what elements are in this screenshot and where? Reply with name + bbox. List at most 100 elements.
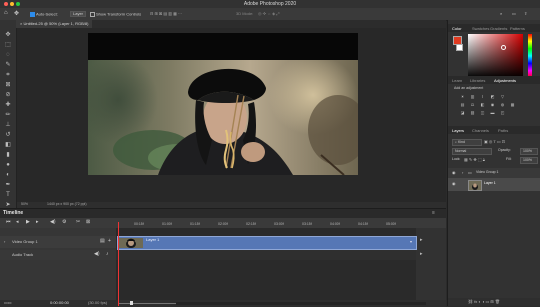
color-picker-cursor[interactable] xyxy=(501,45,506,50)
fill-field[interactable]: 100% xyxy=(520,157,538,164)
track-header-audio[interactable]: Audio Track ◀) ♪ xyxy=(0,250,116,260)
audio-track-lane[interactable] xyxy=(116,250,416,260)
video-clip[interactable]: Layer 1 ▾ xyxy=(117,236,417,250)
auto-select-dropdown[interactable]: Layer xyxy=(70,11,87,17)
vibrance-icon[interactable]: ▽ xyxy=(500,95,505,99)
tab-learn[interactable]: Learn xyxy=(452,78,462,83)
eraser-tool-icon[interactable]: ◧ xyxy=(4,142,12,148)
previous-frame-icon[interactable]: ◂ xyxy=(16,220,19,225)
share-icon[interactable]: ⇪ xyxy=(524,12,527,16)
layer-name-video[interactable]: Layer 1 xyxy=(484,181,496,186)
search-icon[interactable]: ⌕ xyxy=(500,12,502,16)
tab-libraries[interactable]: Libraries xyxy=(470,78,485,83)
play-icon[interactable]: ▶ xyxy=(26,220,30,225)
auto-select-checkbox[interactable]: Auto-Select: xyxy=(30,12,58,17)
move-tool-icon[interactable]: ✥ xyxy=(14,10,19,17)
tab-channels[interactable]: Channels xyxy=(472,128,489,133)
expand-track-icon[interactable]: › xyxy=(4,240,5,244)
quick-select-tool-icon[interactable]: ✎ xyxy=(4,62,12,68)
track-options-icon[interactable]: + xyxy=(108,239,111,244)
transition-icon[interactable]: ⊠ xyxy=(86,220,90,225)
color-balance-icon[interactable]: ⚖ xyxy=(470,103,475,107)
crop-tool-icon[interactable]: ⌗ xyxy=(4,72,12,78)
add-audio-icon[interactable]: ▸ xyxy=(420,252,423,257)
gradient-tool-icon[interactable]: ▮ xyxy=(4,152,12,158)
zoom-slider[interactable] xyxy=(118,303,178,304)
timeline-ruler[interactable]: 00:15f 01:00f 01:15f 02:00f 02:15f 03:00… xyxy=(116,218,416,228)
marquee-tool-icon[interactable]: ⬚ xyxy=(4,42,12,48)
visibility-eye-icon[interactable]: ◉ xyxy=(452,171,456,175)
align-icons[interactable]: ⊟ ⊞ ⊠ ▤ ▥ ▦ ⋯ xyxy=(150,12,182,16)
clip-options-icon[interactable]: ▾ xyxy=(410,240,412,244)
invert-icon[interactable]: ◪ xyxy=(460,111,465,115)
expand-group-icon[interactable]: › xyxy=(462,171,463,175)
playhead[interactable] xyxy=(118,222,119,306)
tab-swatches[interactable]: Swatches xyxy=(472,26,489,31)
stamp-tool-icon[interactable]: ⊥ xyxy=(4,122,12,128)
selective-color-icon[interactable]: ◰ xyxy=(500,111,505,115)
zoom-slider-handle[interactable] xyxy=(130,301,133,305)
exposure-icon[interactable]: ◩ xyxy=(490,95,495,99)
curves-icon[interactable]: ⌇ xyxy=(480,95,485,99)
tab-gradients[interactable]: Gradients xyxy=(490,26,507,31)
blend-mode-dropdown[interactable]: Normal xyxy=(452,148,492,155)
threshold-icon[interactable]: ◫ xyxy=(480,111,485,115)
lasso-tool-icon[interactable]: ◌ xyxy=(4,52,12,58)
healing-brush-tool-icon[interactable]: ✚ xyxy=(4,102,12,108)
levels-icon[interactable]: ▥ xyxy=(470,95,475,99)
filter-type-icons[interactable]: ▣ ◎ T ▭ ⊡ xyxy=(484,140,505,144)
opacity-field[interactable]: 100% xyxy=(520,148,538,155)
gradient-map-icon[interactable]: ▬ xyxy=(490,111,495,115)
frame-tool-icon[interactable]: ⊠ xyxy=(4,82,12,88)
audio-icon[interactable]: ◀) xyxy=(50,220,56,225)
brightness-icon[interactable]: ☀ xyxy=(460,95,465,99)
channel-mixer-icon[interactable]: ◍ xyxy=(500,103,505,107)
tracks-area[interactable]: Layer 1 ▾ xyxy=(116,228,417,307)
layers-footer-icons[interactable]: ⛓ fx ◐ ◑ ▭ ⊞ 🗑︎ xyxy=(468,300,500,304)
posterize-icon[interactable]: ▨ xyxy=(470,111,475,115)
next-frame-icon[interactable]: ▸ xyxy=(36,220,39,225)
home-icon[interactable]: ⌂ xyxy=(4,10,8,16)
document-tab[interactable]: × Untitled-25 @ 50% (Layer 1, RGB/8) xyxy=(16,20,93,28)
convert-frames-icon[interactable]: ▭▭ xyxy=(4,301,12,305)
brush-tool-icon[interactable]: ✏ xyxy=(4,112,12,118)
timeline-scrollbar[interactable] xyxy=(176,302,426,305)
layer-name-group[interactable]: Video Group 1 xyxy=(476,170,499,175)
dodge-tool-icon[interactable]: ◐ xyxy=(4,172,12,178)
color-lookup-icon[interactable]: ▦ xyxy=(510,103,515,107)
layer-filter-dropdown[interactable]: ⌕ Kind xyxy=(452,139,482,146)
black-white-icon[interactable]: ◧ xyxy=(480,103,485,107)
move-tool-icon[interactable]: ✥ xyxy=(4,32,12,38)
show-transform-checkbox[interactable]: Show Transform Controls xyxy=(90,12,141,17)
settings-icon[interactable]: ⚙ xyxy=(62,220,66,225)
tab-adjustments[interactable]: Adjustments xyxy=(494,78,516,83)
photo-filter-icon[interactable]: ◉ xyxy=(490,103,495,107)
background-color-chip[interactable] xyxy=(456,44,463,51)
track-header-video[interactable]: › Video Group 1 ▤ + xyxy=(0,236,116,248)
mute-audio-icon[interactable]: ◀) xyxy=(94,252,100,257)
split-clip-icon[interactable]: ✂ xyxy=(76,220,80,225)
document-info[interactable]: 1440 px x 900 px (72 ppi) xyxy=(47,202,87,207)
zoom-level[interactable]: 50% xyxy=(21,202,28,207)
workspace-icon[interactable]: ▭ xyxy=(512,12,516,16)
lock-icons[interactable]: ▦ ✎ ✥ ⬚ 🔒︎ xyxy=(464,158,485,162)
tab-color[interactable]: Color xyxy=(452,26,462,31)
history-brush-tool-icon[interactable]: ↺ xyxy=(4,132,12,138)
eyedropper-tool-icon[interactable]: ⊘ xyxy=(4,92,12,98)
color-field[interactable] xyxy=(468,34,523,78)
hue-saturation-icon[interactable]: ▤ xyxy=(460,103,465,107)
tab-layers[interactable]: Layers xyxy=(452,128,464,133)
pen-tool-icon[interactable]: ✒ xyxy=(4,182,12,188)
tab-patterns[interactable]: Patterns xyxy=(510,26,525,31)
panel-menu-icon[interactable]: ≡ xyxy=(432,211,435,216)
visibility-eye-icon[interactable]: ◉ xyxy=(452,182,456,186)
go-to-first-frame-icon[interactable]: ⏮ xyxy=(6,220,11,225)
3d-mode-icons[interactable]: ◎ ✣ ⇔ ◈ ⤢ xyxy=(258,12,280,16)
blur-tool-icon[interactable]: ● xyxy=(4,162,12,168)
hue-slider[interactable] xyxy=(528,34,532,78)
type-tool-icon[interactable]: T xyxy=(4,192,12,198)
audio-note-icon[interactable]: ♪ xyxy=(106,252,109,257)
add-media-icon[interactable]: ▤ xyxy=(100,239,105,244)
tab-paths[interactable]: Paths xyxy=(498,128,508,133)
layer-row-group[interactable]: ◉ › ▭ Video Group 1 xyxy=(448,168,540,178)
